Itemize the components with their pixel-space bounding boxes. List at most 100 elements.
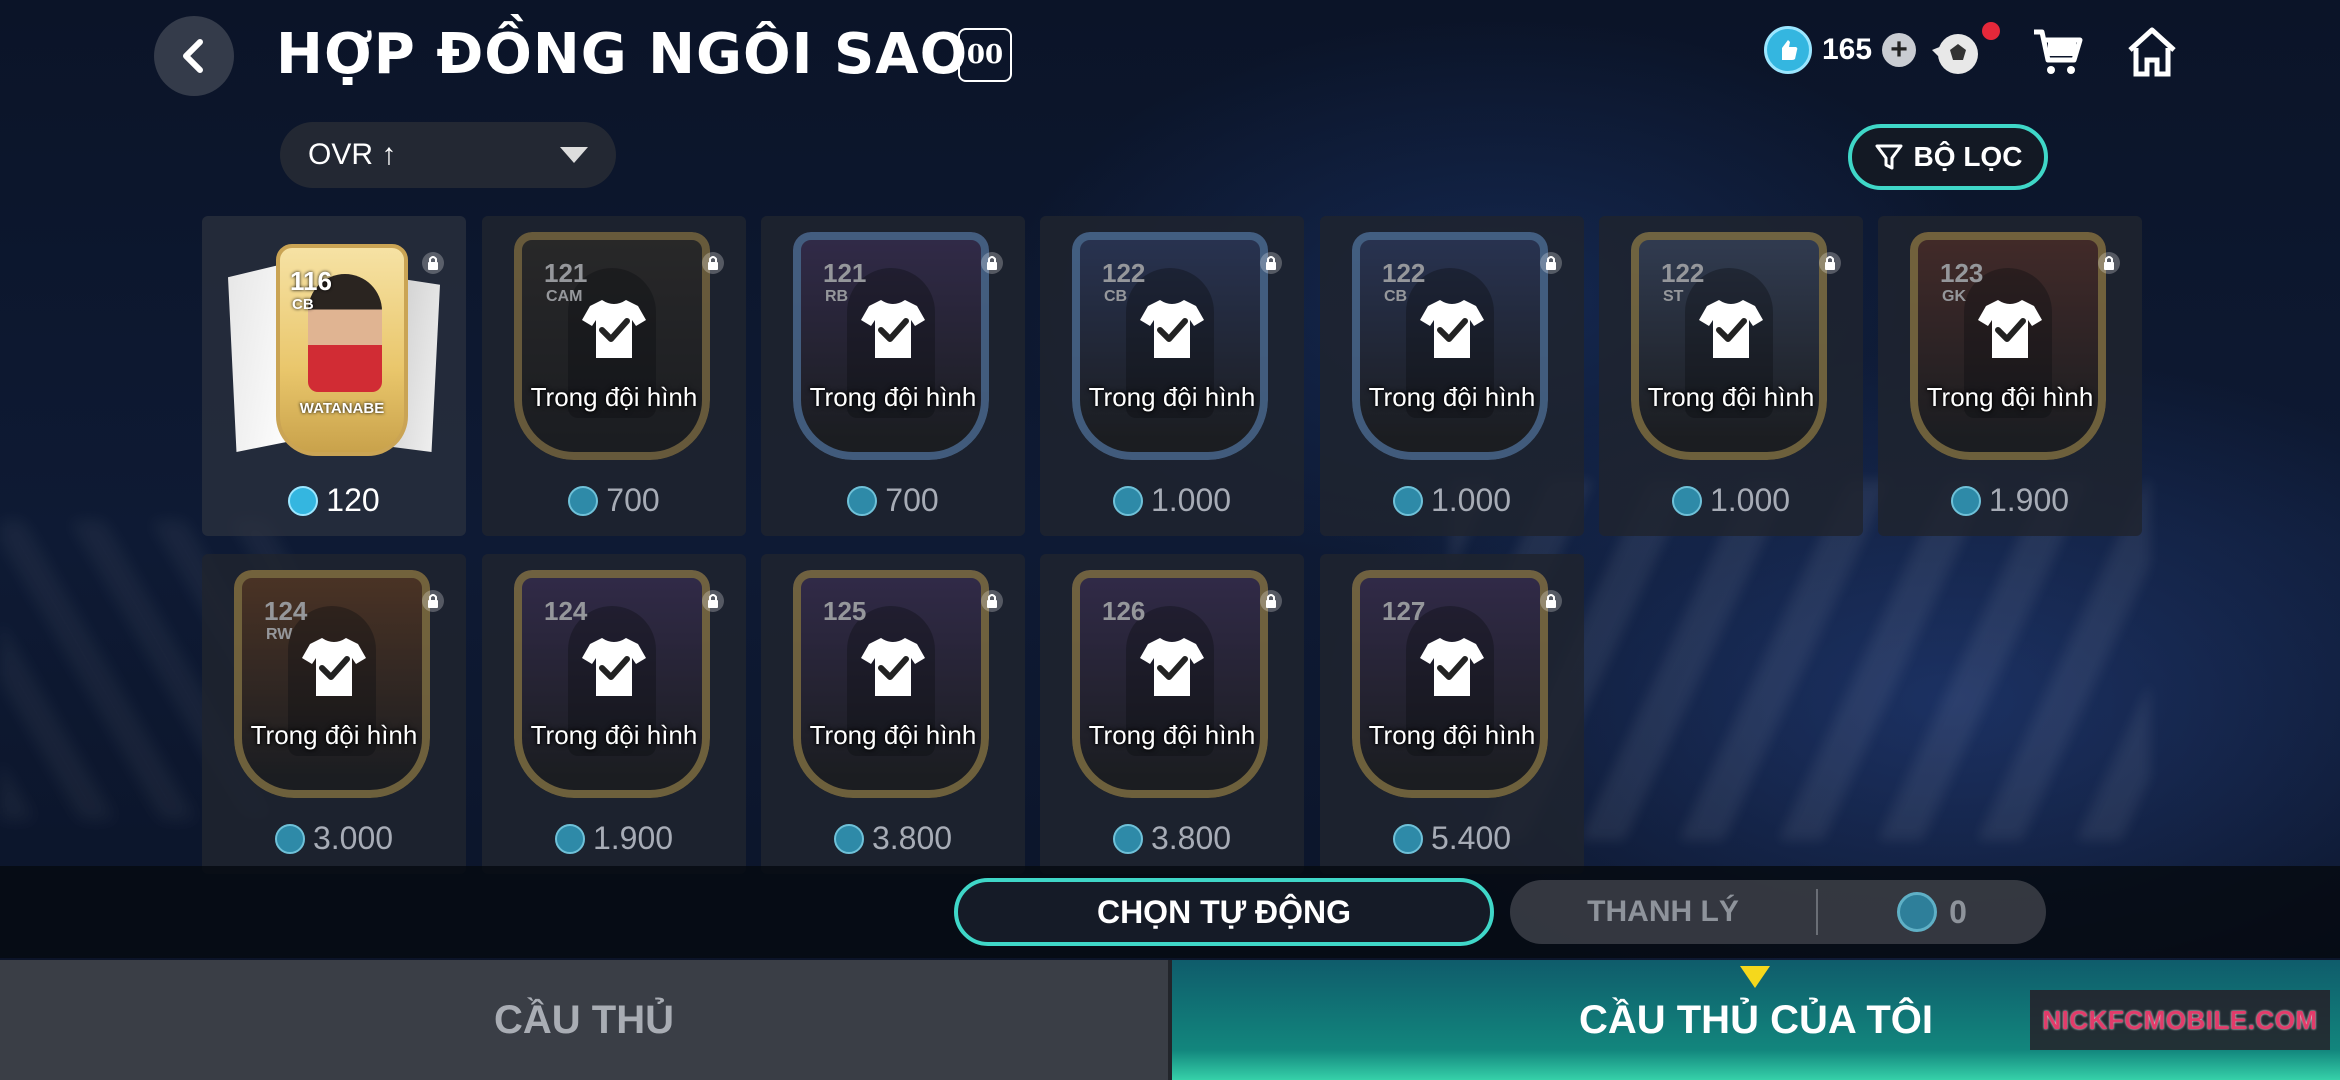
- jersey-check-icon: [861, 300, 925, 358]
- price-value: 120: [326, 482, 380, 518]
- sort-label: OVR ↑: [308, 138, 397, 171]
- price-value: 1.900: [592, 820, 674, 856]
- jersey-check-icon: [1420, 638, 1484, 696]
- coin-icon: [568, 485, 599, 516]
- coin-icon: [847, 485, 878, 516]
- lock-icon: [1819, 252, 1841, 274]
- coin-icon: [554, 823, 585, 854]
- coin-icon: [274, 823, 305, 854]
- price-value: 700: [606, 482, 660, 518]
- chevron-down-icon: [560, 147, 588, 163]
- chevron-left-icon: [183, 39, 203, 73]
- lock-icon: [702, 252, 724, 274]
- jersey-check-icon: [861, 638, 925, 696]
- watermark-logo: NICKFCMOBILE.COM: [2030, 990, 2330, 1050]
- jersey-check-icon: [582, 300, 646, 358]
- coin-icon: [1392, 823, 1423, 854]
- player-card-image: 116 CB WATANABE: [276, 244, 408, 456]
- player-price: 1.000: [1599, 482, 1863, 519]
- player-price: 1.900: [482, 820, 746, 857]
- filter-label: BỘ LỌC: [1913, 141, 2023, 172]
- player-card: 116 CB WATANABE: [228, 236, 440, 466]
- price-value: 1.000: [1709, 482, 1791, 518]
- lock-icon: [981, 252, 1003, 274]
- coin-icon: [1764, 26, 1812, 74]
- lock-icon: [1540, 590, 1562, 612]
- football-icon[interactable]: [1928, 24, 1984, 80]
- price-value: 3.000: [312, 820, 394, 856]
- in-squad-label: Trong đội hình: [1926, 382, 2094, 412]
- sell-group: THANH LÝ 0: [1510, 880, 2046, 944]
- cart-icon[interactable]: [2030, 24, 2086, 80]
- sell-button[interactable]: THANH LÝ: [1510, 895, 1816, 929]
- lock-icon: [702, 590, 724, 612]
- page-title: HỢP ĐỒNG NGÔI SAO: [276, 22, 969, 87]
- price-value: 3.800: [1150, 820, 1232, 856]
- player-card-tile[interactable]: 123 GK Trong đội hình 1.900: [1878, 216, 2142, 536]
- player-price: 1.000: [1320, 482, 1584, 519]
- player-position: CB: [292, 296, 314, 313]
- price-value: 700: [885, 482, 939, 518]
- coin-icon: [1897, 892, 1938, 932]
- in-squad-label: Trong đội hình: [1088, 720, 1256, 750]
- lock-icon: [422, 590, 444, 612]
- player-card-tile[interactable]: 124 RW Trong đội hình 3.000: [202, 554, 466, 874]
- jersey-check-icon: [1140, 300, 1204, 358]
- player-price: 5.400: [1320, 820, 1584, 857]
- player-card-tile[interactable]: 121 CAM Trong đội hình 700: [482, 216, 746, 536]
- player-card-tile[interactable]: 124 Trong đội hình 1.900: [482, 554, 746, 874]
- player-card-tile[interactable]: 121 RB Trong đội hình 700: [761, 216, 1025, 536]
- in-squad-label: Trong đội hình: [250, 720, 418, 750]
- home-icon[interactable]: [2124, 24, 2180, 80]
- in-squad-label: Trong đội hình: [809, 720, 977, 750]
- lock-icon: [981, 590, 1003, 612]
- price-value: 3.800: [871, 820, 953, 856]
- player-price: 3.800: [761, 820, 1025, 857]
- auto-select-button[interactable]: CHỌN TỰ ĐỘNG: [954, 878, 1494, 946]
- currency-count: 165: [1822, 33, 1873, 66]
- price-value: 1.000: [1430, 482, 1512, 518]
- player-price: 3.800: [1040, 820, 1304, 857]
- tab-players[interactable]: CẦU THỦ: [0, 960, 1168, 1080]
- title-badge-text: 00: [966, 40, 1004, 70]
- player-ovr: 116: [290, 266, 332, 296]
- price-value: 1.900: [1988, 482, 2070, 518]
- currency-display: 165 +: [1764, 26, 1917, 74]
- player-price: 1.000: [1040, 482, 1304, 519]
- bottom-tabs: CẦU THỦ CẦU THỦ CỦA TÔI: [0, 960, 2340, 1080]
- player-card-tile[interactable]: 122 CB Trong đội hình 1.000: [1040, 216, 1304, 536]
- lock-icon: [1260, 590, 1282, 612]
- in-squad-label: Trong đội hình: [530, 382, 698, 412]
- jersey-check-icon: [1140, 638, 1204, 696]
- player-price: 120: [202, 482, 466, 519]
- lock-icon: [422, 252, 444, 274]
- title-badge: 00: [958, 28, 1012, 82]
- coin-icon: [1112, 823, 1143, 854]
- tab-indicator-arrow: [1740, 966, 1770, 988]
- player-card-tile[interactable]: 122 CB Trong đội hình 1.000: [1320, 216, 1584, 536]
- player-card-tile[interactable]: 122 ST Trong đội hình 1.000: [1599, 216, 1863, 536]
- player-price: 1.900: [1878, 482, 2142, 519]
- player-price: 3.000: [202, 820, 466, 857]
- plus-icon[interactable]: +: [1882, 33, 1917, 67]
- in-squad-label: Trong đội hình: [1088, 382, 1256, 412]
- in-squad-label: Trong đội hình: [530, 720, 698, 750]
- player-card-tile[interactable]: 125 Trong đội hình 3.800: [761, 554, 1025, 874]
- player-card-tile[interactable]: 126 Trong đội hình 3.800: [1040, 554, 1304, 874]
- lock-icon: [2098, 252, 2120, 274]
- coin-icon: [1392, 485, 1423, 516]
- in-squad-label: Trong đội hình: [1368, 382, 1536, 412]
- filter-button[interactable]: BỘ LỌC: [1848, 124, 2048, 190]
- player-card-tile[interactable]: 127 Trong đội hình 5.400: [1320, 554, 1584, 874]
- player-card-tile-featured[interactable]: 116 CB WATANABE 120: [202, 216, 466, 536]
- jersey-check-icon: [1420, 300, 1484, 358]
- lock-icon: [1260, 252, 1282, 274]
- sell-total-value: 0: [1949, 893, 1967, 930]
- price-value: 1.000: [1150, 482, 1232, 518]
- sort-dropdown[interactable]: OVR ↑: [280, 122, 616, 188]
- jersey-check-icon: [1699, 300, 1763, 358]
- jersey-check-icon: [582, 638, 646, 696]
- back-button[interactable]: [154, 16, 234, 96]
- coin-icon: [288, 485, 319, 516]
- lock-icon: [1540, 252, 1562, 274]
